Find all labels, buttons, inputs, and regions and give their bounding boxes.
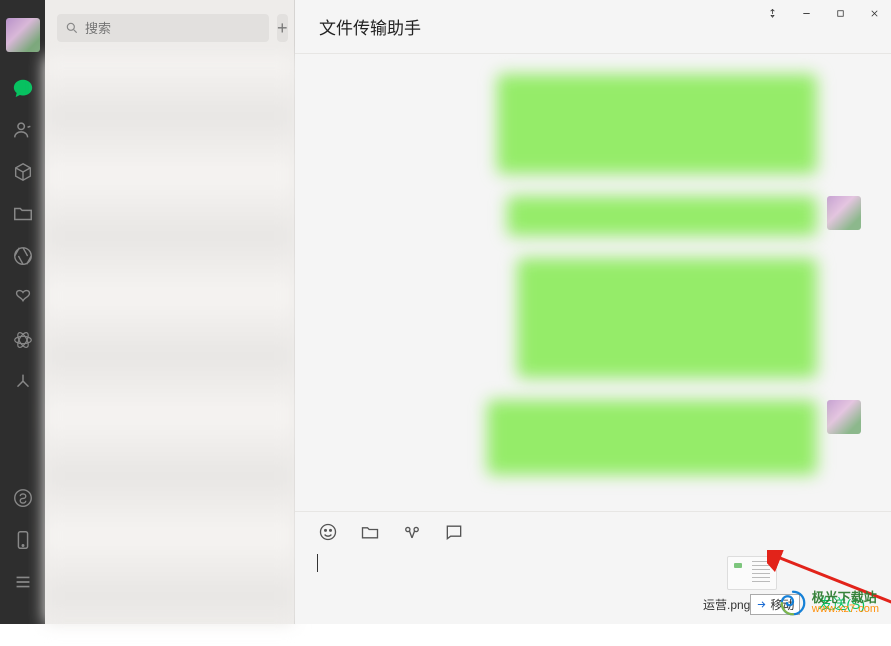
chat-icon[interactable] xyxy=(11,76,35,100)
history-button[interactable] xyxy=(443,521,465,543)
screenshot-button[interactable] xyxy=(401,521,423,543)
search-icon xyxy=(65,21,79,35)
message-avatar[interactable] xyxy=(827,196,861,230)
user-avatar[interactable] xyxy=(6,18,40,52)
attachment-thumb-icon xyxy=(727,556,777,590)
message-avatar[interactable] xyxy=(827,400,861,434)
chat-list-items[interactable] xyxy=(45,56,294,624)
add-button[interactable]: + xyxy=(277,14,288,42)
window-controls xyxy=(755,0,891,26)
arrow-right-icon xyxy=(756,599,767,610)
pin-button[interactable] xyxy=(755,0,789,26)
text-caret xyxy=(317,554,318,572)
chat-title: 文件传输助手 xyxy=(319,14,421,39)
folder-icon[interactable] xyxy=(11,202,35,226)
phone-icon[interactable] xyxy=(11,528,35,552)
miniprogram-icon[interactable] xyxy=(11,486,35,510)
message-bubble[interactable] xyxy=(507,196,817,236)
emoji-button[interactable] xyxy=(317,521,339,543)
spark-icon[interactable] xyxy=(11,370,35,394)
chat-main: 文件传输助手 运营.png xyxy=(295,0,891,624)
message-area[interactable] xyxy=(295,54,891,511)
message-bubble[interactable] xyxy=(497,74,817,174)
app-sidebar xyxy=(0,0,45,624)
watermark-url: www.xz7.com xyxy=(812,604,879,615)
cube-icon[interactable] xyxy=(11,160,35,184)
atom-icon[interactable] xyxy=(11,328,35,352)
file-button[interactable] xyxy=(359,521,381,543)
search-box[interactable] xyxy=(57,14,269,42)
minimize-button[interactable] xyxy=(789,0,823,26)
compose-toolbar xyxy=(295,512,891,552)
attachment-filename: 运营.png xyxy=(703,596,750,613)
message-bubble[interactable] xyxy=(517,258,817,378)
search-input[interactable] xyxy=(85,21,261,36)
close-button[interactable] xyxy=(857,0,891,26)
aperture-icon[interactable] xyxy=(11,244,35,268)
message-bubble[interactable] xyxy=(487,400,817,475)
chat-list-panel: + xyxy=(45,0,295,624)
maximize-button[interactable] xyxy=(823,0,857,26)
watermark-logo-icon xyxy=(778,588,808,618)
butterfly-icon[interactable] xyxy=(11,286,35,310)
contacts-icon[interactable] xyxy=(11,118,35,142)
menu-icon[interactable] xyxy=(11,570,35,594)
watermark: 极光下载站 www.xz7.com xyxy=(778,588,879,618)
